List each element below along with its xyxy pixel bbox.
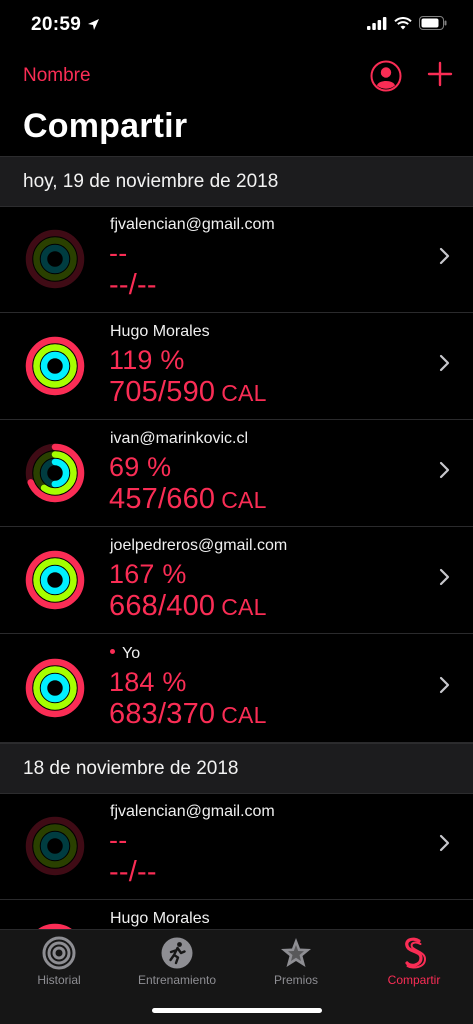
move-percentage: 119 % xyxy=(109,345,185,375)
status-indicators xyxy=(367,16,447,30)
move-percentage: 69 % xyxy=(109,452,172,482)
calories-unit: CAL xyxy=(221,487,267,513)
calories-value: 457/660 CAL xyxy=(109,483,267,516)
calories-value: 668/400 CAL xyxy=(109,590,267,623)
friend-name: joelpedreros@gmail.com xyxy=(110,537,288,554)
home-indicator xyxy=(152,1008,322,1013)
profile-icon[interactable] xyxy=(370,60,402,92)
calories-number: 705/590 xyxy=(109,376,216,408)
ring-progress-arc xyxy=(40,351,70,381)
friend-name: Hugo Morales xyxy=(110,323,210,340)
move-percentage: 184 % xyxy=(109,667,187,697)
tab-compartir[interactable]: Compartir xyxy=(355,936,473,996)
friend-name: Hugo Morales xyxy=(110,910,210,927)
location-arrow-icon xyxy=(88,19,99,30)
chevron-right-icon xyxy=(439,568,450,586)
tab-premios[interactable]: Premios xyxy=(237,936,355,996)
self-name: Yo xyxy=(122,645,141,662)
section-header-label: hoy, 19 de noviembre de 2018 xyxy=(23,171,279,192)
section-header-label: 18 de noviembre de 2018 xyxy=(23,758,239,779)
tab-historial[interactable]: Historial xyxy=(0,936,118,996)
activity-rings-icon xyxy=(25,229,85,289)
calories-value: --/-- xyxy=(109,269,163,302)
chevron-right-icon xyxy=(439,354,450,372)
ring-progress-arc xyxy=(40,565,70,595)
friend-name: Yo xyxy=(110,645,140,663)
calories-unit: CAL xyxy=(221,380,267,406)
activity-rings-icon xyxy=(25,443,85,503)
calories-number: 683/370 xyxy=(109,698,216,730)
friend-row[interactable]: ivan@marinkovic.cl 69 % 457/660 CAL xyxy=(0,420,473,527)
friend-name: ivan@marinkovic.cl xyxy=(110,430,249,447)
friend-name: fjvalencian@gmail.com xyxy=(110,803,275,820)
move-percentage: -- xyxy=(109,238,128,268)
calories-number: --/-- xyxy=(109,856,157,888)
calories-number: 457/660 xyxy=(109,483,216,515)
activity-rings-icon xyxy=(25,336,85,396)
cellular-signal-icon xyxy=(367,16,387,30)
chevron-right-icon xyxy=(439,676,450,694)
activity-rings-icon xyxy=(42,936,76,970)
self-row[interactable]: Yo 184 % 683/370 CAL xyxy=(0,635,473,743)
wifi-icon xyxy=(394,16,412,29)
section-header-today: hoy, 19 de noviembre de 2018 xyxy=(0,156,473,207)
friend-row[interactable]: Hugo Morales 119 % 705/590 CAL xyxy=(0,313,473,420)
calories-value: 705/590 CAL xyxy=(109,376,267,409)
activity-rings-icon xyxy=(25,658,85,718)
self-indicator-dot xyxy=(110,649,115,655)
friend-name: fjvalencian@gmail.com xyxy=(110,216,275,233)
page-title: Compartir xyxy=(23,107,188,145)
activity-rings-icon xyxy=(25,550,85,610)
navigation-bar: Nombre Compartir xyxy=(0,52,473,156)
tab-label: Historial xyxy=(37,973,81,987)
calories-number: 668/400 xyxy=(109,590,216,622)
section-header-yesterday: 18 de noviembre de 2018 xyxy=(0,743,473,794)
calories-unit: CAL xyxy=(221,594,267,620)
calories-number: --/-- xyxy=(109,269,157,301)
add-friend-icon[interactable] xyxy=(426,60,454,88)
sort-by-name-button[interactable]: Nombre xyxy=(23,65,91,87)
status-time: 20:59 xyxy=(31,14,82,35)
runner-icon xyxy=(161,937,193,969)
ring-progress-arc xyxy=(40,673,70,703)
calories-value: 683/370 CAL xyxy=(109,698,267,731)
chevron-right-icon xyxy=(439,247,450,265)
activity-rings-icon xyxy=(25,816,85,876)
calories-unit: CAL xyxy=(221,702,267,728)
friend-row[interactable]: joelpedreros@gmail.com 167 % 668/400 CAL xyxy=(0,527,473,634)
status-bar: 20:59 xyxy=(0,0,473,52)
sharing-icon xyxy=(405,937,427,969)
move-percentage: 167 % xyxy=(109,559,187,589)
tab-label: Premios xyxy=(273,973,318,987)
friend-row[interactable]: fjvalencian@gmail.com -- --/-- xyxy=(0,206,473,313)
star-award-icon xyxy=(281,938,311,967)
battery-icon xyxy=(419,16,447,30)
chevron-right-icon xyxy=(439,461,450,479)
chevron-right-icon xyxy=(439,834,450,852)
tab-label: Entrenamiento xyxy=(137,973,217,987)
tab-label: Compartir xyxy=(387,973,441,987)
tab-entrenamiento[interactable]: Entrenamiento xyxy=(118,936,236,996)
friend-row[interactable]: fjvalencian@gmail.com -- --/-- xyxy=(0,793,473,900)
move-percentage: -- xyxy=(109,825,128,855)
calories-value: --/-- xyxy=(109,856,163,889)
